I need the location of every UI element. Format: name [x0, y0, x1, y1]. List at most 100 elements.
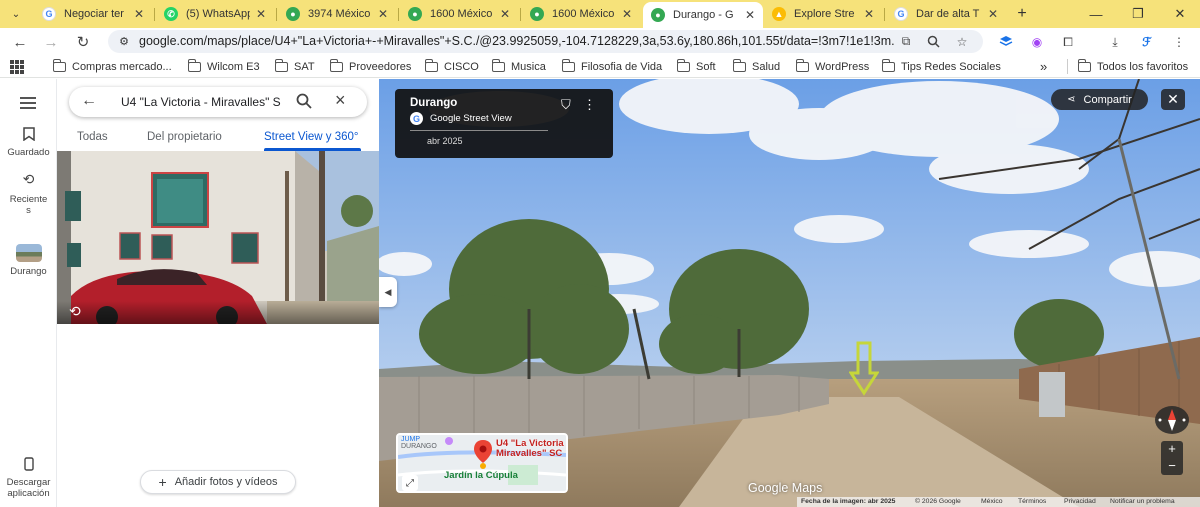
plus-icon: +	[158, 474, 167, 490]
apps-grid-icon[interactable]	[10, 60, 24, 74]
reload-icon[interactable]: ↻	[73, 32, 93, 52]
browser-tab[interactable]: ● 3974 México ✕	[278, 2, 396, 26]
bookmark-folder[interactable]: Compras mercado...	[52, 58, 172, 74]
google-icon: G	[42, 7, 56, 21]
profile-icon[interactable]: ℱ	[1138, 33, 1156, 51]
restore-button[interactable]: ❐	[1128, 4, 1148, 24]
share-icon: ⋖	[1067, 94, 1076, 105]
browser-tab[interactable]: G Dar de alta T ✕	[886, 2, 1006, 26]
close-window-button[interactable]: ✕	[1170, 4, 1190, 24]
bookmark-folder[interactable]: Musica	[491, 58, 546, 74]
maps-icon: ●	[286, 7, 300, 21]
tab-close-icon[interactable]: ✕	[500, 7, 510, 21]
forward-arrow-icon[interactable]: →	[41, 32, 61, 52]
capture-date[interactable]: abr 2025	[427, 136, 463, 146]
location-pin-icon[interactable]: ⛉	[561, 97, 571, 113]
bookmark-folder[interactable]: Filosofia de Vida	[561, 58, 662, 74]
tab-owner[interactable]: Del propietario	[147, 131, 222, 143]
tab-close-icon[interactable]: ✕	[864, 7, 874, 21]
more-menu-icon[interactable]: ⋮	[1170, 33, 1188, 51]
region-link[interactable]: México	[981, 498, 1003, 505]
menu-hamburger-icon[interactable]	[20, 97, 36, 109]
building-photo	[57, 151, 379, 324]
collapse-panel-button[interactable]: ◀	[379, 277, 397, 307]
divider	[410, 130, 548, 131]
rail-recent-place[interactable]: Durango	[0, 244, 57, 277]
new-tab-button[interactable]: +	[1012, 4, 1032, 24]
maps-search-box[interactable]: ← U4 "La Victoria - Miravalles" S ×	[69, 87, 367, 117]
folder-icon	[1077, 58, 1091, 72]
install-app-icon[interactable]: ⧉	[897, 33, 915, 50]
tab-close-icon[interactable]: ✕	[745, 8, 755, 22]
tab-search-button[interactable]: ⌄	[6, 4, 26, 24]
all-bookmarks-folder[interactable]: Todos los favoritos	[1067, 58, 1188, 74]
site-settings-icon[interactable]: ⚙	[116, 34, 132, 49]
bookmark-folder[interactable]: Soft	[676, 58, 716, 74]
extensions-puzzle-icon[interactable]: ⧠	[1059, 33, 1077, 51]
bookmark-folder[interactable]: CISCO	[424, 58, 479, 74]
zoom-icon[interactable]	[924, 33, 942, 50]
whatsapp-icon: ✆	[164, 7, 178, 21]
street-view-thumbnail[interactable]: ⟲	[57, 151, 379, 324]
report-problem-link[interactable]: Notificar un problema	[1110, 498, 1175, 505]
bookmark-folder[interactable]: Tips Redes Sociales	[881, 58, 1001, 74]
download-icon[interactable]: ⤓	[1106, 33, 1124, 51]
compass-control[interactable]	[1155, 406, 1189, 434]
rail-recent-button[interactable]: ⟲ Reciente s	[0, 172, 57, 216]
folder-icon	[676, 58, 690, 72]
add-photos-button[interactable]: + Añadir fotos y vídeos	[140, 470, 296, 494]
search-icon[interactable]	[296, 93, 314, 111]
tab-close-icon[interactable]: ✕	[622, 7, 632, 21]
back-arrow-icon[interactable]: ←	[10, 32, 30, 52]
more-vert-icon[interactable]: ⋮	[583, 97, 596, 113]
url-text[interactable]: google.com/maps/place/U4+"La+Victoria+-+…	[139, 34, 894, 48]
zoom-out-button[interactable]: −	[1161, 458, 1183, 475]
zoom-in-button[interactable]: +	[1161, 441, 1183, 458]
browser-tab[interactable]: ▲ Explore Stre ✕	[764, 2, 882, 26]
close-icon[interactable]: ×	[335, 90, 346, 111]
folder-icon	[491, 58, 505, 72]
minimap-city-label: DURANGO	[401, 443, 437, 450]
capture-date-footer: Fecha de la imagen: abr 2025	[801, 498, 896, 505]
bookmark-folder[interactable]: SAT	[274, 58, 315, 74]
bookmark-icon	[0, 127, 57, 143]
browser-tab[interactable]: ● 1600 México ✕	[522, 2, 640, 26]
browser-tab[interactable]: ✆ (5) WhatsApp ✕	[156, 2, 274, 26]
browser-tab-active[interactable]: ● Durango - G ✕	[643, 2, 763, 28]
street-view-minimap[interactable]: JUMP DURANGO U4 "La Victoria - Miravalle…	[396, 433, 568, 493]
tab-all[interactable]: Todas	[77, 131, 108, 143]
minimize-button[interactable]: —	[1086, 4, 1106, 24]
street-view-panorama[interactable]: ◀ Durango G Google Street View abr 2025 …	[379, 79, 1200, 507]
folder-icon	[561, 58, 575, 72]
bookmark-star-icon[interactable]: ☆	[953, 33, 971, 50]
street-view-info-card: Durango G Google Street View abr 2025 ⛉ …	[395, 89, 613, 158]
rail-download-app-button[interactable]: Descargar aplicación	[0, 457, 57, 499]
tab-close-icon[interactable]: ✕	[378, 7, 388, 21]
tab-street-view[interactable]: Street View y 360°	[264, 131, 359, 143]
extension-icon[interactable]	[997, 33, 1015, 51]
address-bar[interactable]: ⚙ google.com/maps/place/U4+"La+Victoria+…	[108, 30, 983, 53]
bookmark-folder[interactable]: Proveedores	[329, 58, 411, 74]
tab-close-icon[interactable]: ✕	[256, 7, 266, 21]
tab-close-icon[interactable]: ✕	[988, 7, 998, 21]
bookmark-folder[interactable]: WordPress	[795, 58, 869, 74]
tab-title: Explore Stre	[794, 8, 855, 20]
terms-link[interactable]: Términos	[1018, 498, 1046, 505]
close-street-view-button[interactable]: ✕	[1161, 89, 1185, 110]
bookmark-folder[interactable]: Salud	[732, 58, 780, 74]
folder-icon	[274, 58, 288, 72]
bookmarks-overflow-button[interactable]: »	[1040, 59, 1047, 74]
privacy-link[interactable]: Privacidad	[1064, 498, 1096, 505]
browser-tab[interactable]: ● 1600 México ✕	[400, 2, 518, 26]
cast-icon[interactable]: ◉	[1028, 33, 1046, 51]
back-arrow-icon[interactable]: ←	[81, 92, 97, 110]
search-input[interactable]: U4 "La Victoria - Miravalles" S	[121, 95, 283, 109]
folder-icon	[424, 58, 438, 72]
rail-saved-button[interactable]: Guardado	[0, 127, 57, 158]
expand-map-icon[interactable]: ⤢	[402, 475, 418, 491]
browser-tab[interactable]: G Negociar ter ✕	[34, 2, 152, 26]
folder-icon	[187, 58, 201, 72]
bookmark-folder[interactable]: Wilcom E3	[187, 58, 260, 74]
tab-close-icon[interactable]: ✕	[134, 7, 144, 21]
share-button[interactable]: ⋖ Compartir	[1051, 89, 1148, 110]
